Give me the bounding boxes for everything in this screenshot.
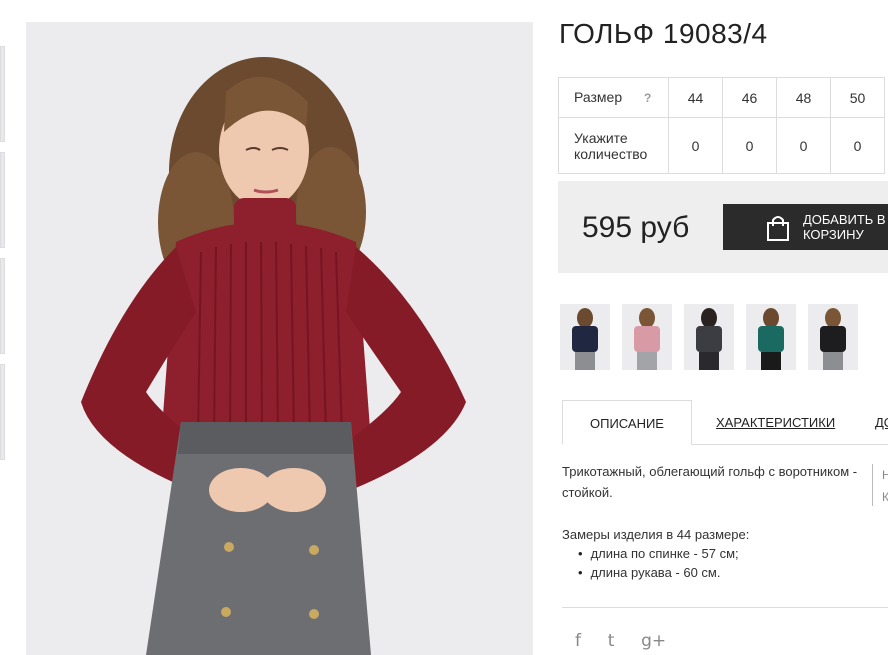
googleplus-icon[interactable]: g+ bbox=[641, 631, 666, 651]
size-50: 50 bbox=[830, 77, 885, 118]
measure-item: длина рукава - 60 см. bbox=[578, 563, 749, 582]
measures-block: Замеры изделия в 44 размере: длина по сп… bbox=[562, 525, 749, 582]
qty-input-50[interactable]: 0 bbox=[830, 117, 885, 174]
thumbnail[interactable] bbox=[0, 46, 5, 142]
size-44: 44 bbox=[668, 77, 723, 118]
tab-more[interactable]: ДО bbox=[875, 400, 888, 445]
qty-input-44[interactable]: 0 bbox=[668, 117, 723, 174]
qty-label: Укажите количество bbox=[558, 117, 669, 174]
twitter-icon[interactable]: t bbox=[608, 631, 615, 651]
measures-title: Замеры изделия в 44 размере: bbox=[562, 527, 750, 542]
measures-list: длина по спинке - 57 см; длина рукава - … bbox=[578, 544, 749, 582]
social-links: f t g+ bbox=[575, 631, 688, 651]
swatch-dark-grey[interactable] bbox=[684, 304, 734, 370]
size-table: Размер ? 44 46 48 50 Укажите количество … bbox=[558, 77, 885, 174]
thumbnail[interactable] bbox=[0, 152, 5, 248]
description-text: Трикотажный, облегающий гольф с воротник… bbox=[562, 464, 858, 500]
tab-specs[interactable]: ХАРАКТЕРИСТИКИ bbox=[716, 400, 835, 445]
divider bbox=[562, 607, 888, 608]
product-main-photo[interactable] bbox=[26, 22, 533, 655]
size-48: 48 bbox=[776, 77, 831, 118]
model-illustration bbox=[26, 22, 533, 655]
size-label-cell: Размер ? bbox=[558, 77, 669, 118]
qty-input-48[interactable]: 0 bbox=[776, 117, 831, 174]
size-label: Размер bbox=[574, 89, 623, 105]
add-to-cart-button[interactable]: ДОБАВИТЬ В КОРЗИНУ bbox=[723, 204, 888, 250]
swatch-black[interactable] bbox=[808, 304, 858, 370]
swatch-pink[interactable] bbox=[622, 304, 672, 370]
shopping-bag-icon bbox=[765, 214, 791, 245]
product-page: ГОЛЬФ 19083/4 Размер ? 44 46 48 50 Укажи… bbox=[0, 0, 888, 655]
measure-item: длина по спинке - 57 см; bbox=[578, 544, 749, 563]
swatch-teal[interactable] bbox=[746, 304, 796, 370]
product-title: ГОЛЬФ 19083/4 bbox=[559, 18, 768, 49]
tab-description[interactable]: ОПИСАНИЕ bbox=[562, 400, 692, 445]
thumbnail[interactable] bbox=[0, 258, 5, 354]
product-tabs: ОПИСАНИЕ ХАРАКТЕРИСТИКИ ДО bbox=[562, 400, 888, 445]
thumbnail-strip bbox=[0, 46, 5, 470]
thumbnail[interactable] bbox=[0, 364, 5, 460]
add-to-cart-label: ДОБАВИТЬ В КОРЗИНУ bbox=[803, 212, 886, 242]
price: 595 руб bbox=[582, 211, 690, 244]
swatch-navy[interactable] bbox=[560, 304, 610, 370]
facebook-icon[interactable]: f bbox=[575, 631, 581, 651]
side-note: Н К bbox=[872, 464, 888, 506]
price-box: 595 руб ДОБАВИТЬ В КОРЗИНУ bbox=[558, 181, 888, 273]
qty-input-46[interactable]: 0 bbox=[722, 117, 777, 174]
size-46: 46 bbox=[722, 77, 777, 118]
help-icon[interactable]: ? bbox=[644, 91, 651, 105]
